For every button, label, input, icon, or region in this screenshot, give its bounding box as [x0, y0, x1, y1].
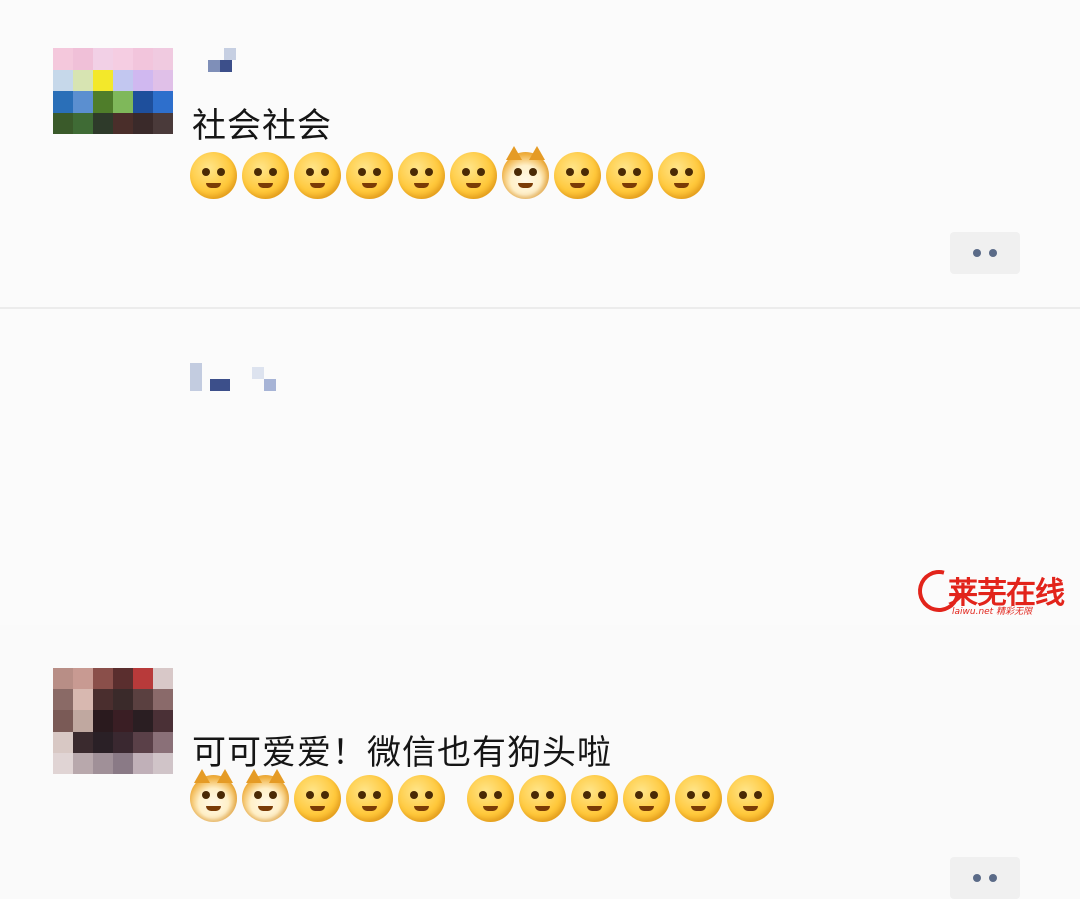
- dot-icon: [989, 874, 997, 882]
- post-text: 可可爱爱！微信也有狗头啦: [192, 733, 612, 773]
- smirk-emoji: [727, 775, 774, 822]
- post-1: 社会社会: [0, 0, 1080, 308]
- sigh-emoji: [675, 775, 722, 822]
- wow-emoji: [398, 775, 445, 822]
- username-blurred[interactable]: [190, 363, 276, 397]
- eating-watermelon-emoji: [467, 775, 514, 822]
- shocked-emoji: [346, 152, 393, 199]
- doge-emoji: [502, 146, 549, 199]
- dot-icon: [989, 249, 997, 257]
- username-blurred[interactable]: [208, 48, 236, 82]
- sweat-emoji: [294, 152, 341, 199]
- watermark-logo: 莱芜在线 laiwu.net 精彩无限: [910, 562, 1078, 620]
- slap-emoji: [346, 775, 393, 822]
- headband-fist-emoji: [519, 775, 566, 822]
- thinking-emoji: [294, 775, 341, 822]
- dot-icon: [973, 249, 981, 257]
- avatar[interactable]: [53, 668, 173, 774]
- emoji-row: [190, 146, 705, 199]
- doge-emoji: [190, 769, 237, 822]
- avatar[interactable]: [53, 48, 173, 134]
- shocked-emoji: [623, 775, 670, 822]
- smirk-emoji: [450, 152, 497, 199]
- wow-emoji: [658, 152, 705, 199]
- emoji-row: [190, 769, 774, 822]
- eating-watermelon-emoji: [190, 152, 237, 199]
- thinking-emoji: [554, 152, 601, 199]
- watermark-subtext: laiwu.net 精彩无限: [952, 607, 1033, 617]
- headband-fist-emoji: [242, 152, 289, 199]
- more-options-button[interactable]: [950, 857, 1020, 899]
- dot-icon: [973, 874, 981, 882]
- post-text: 社会社会: [192, 106, 332, 146]
- sigh-emoji: [398, 152, 445, 199]
- doge-emoji: [242, 769, 289, 822]
- slap-emoji: [606, 152, 653, 199]
- more-options-button[interactable]: [950, 232, 1020, 274]
- sweat-emoji: [571, 775, 618, 822]
